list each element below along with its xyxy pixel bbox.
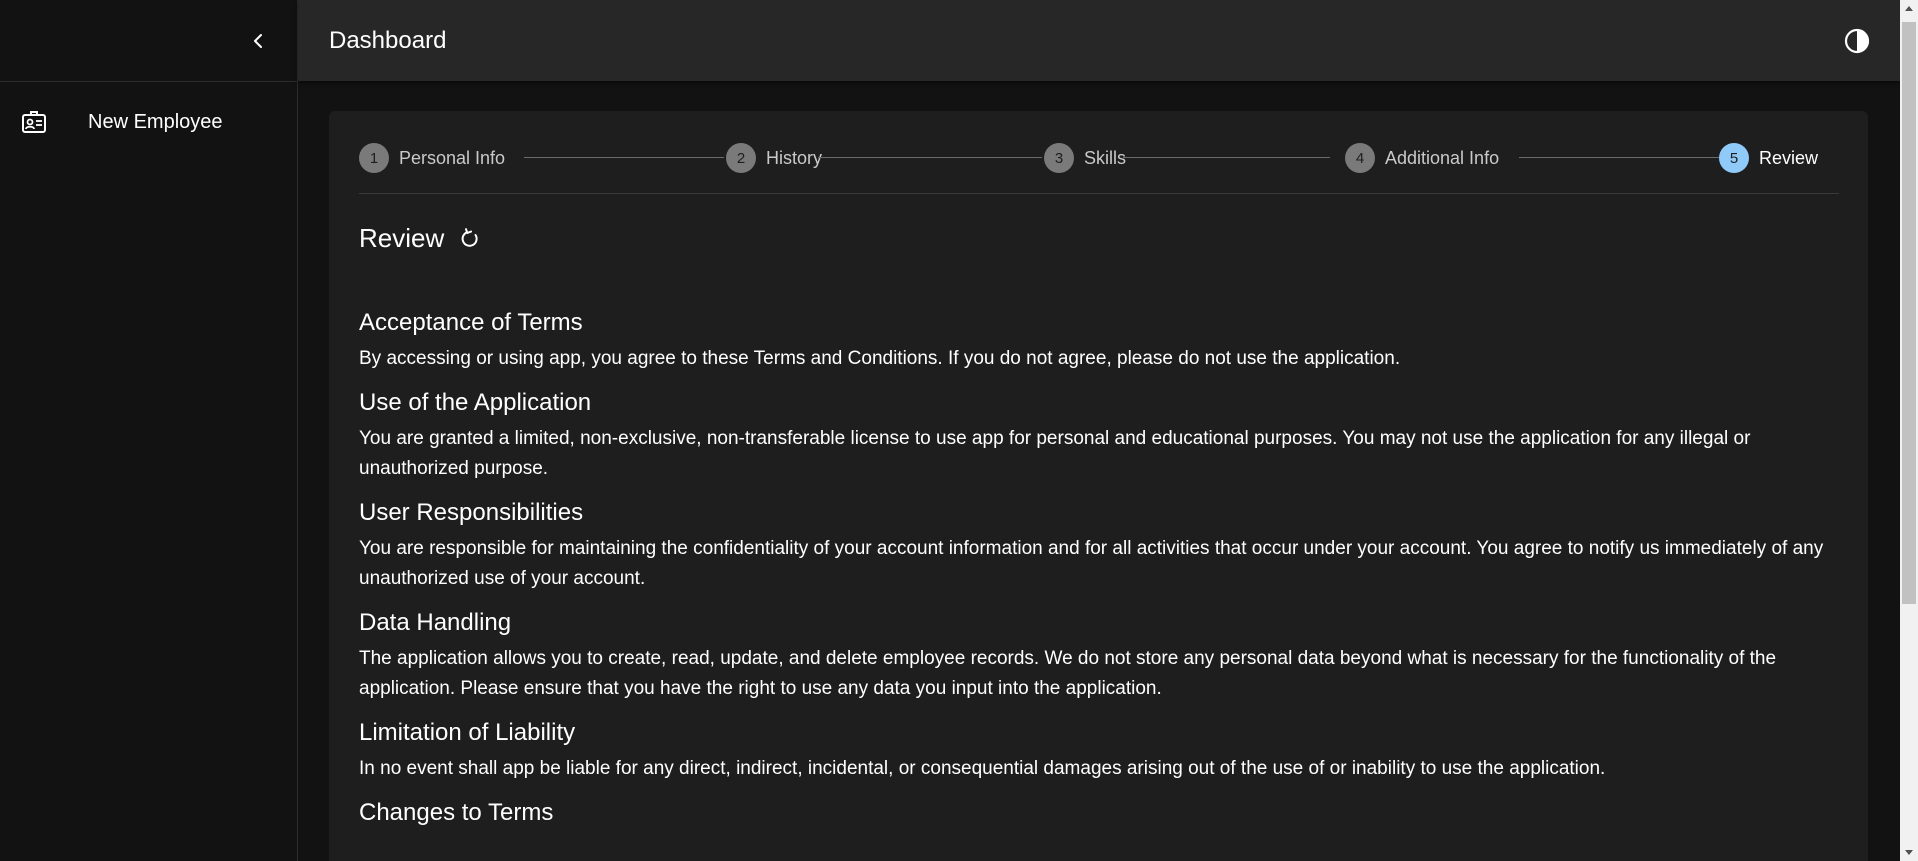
chevron-left-icon [254, 34, 262, 48]
step-label: Personal Info [399, 147, 506, 168]
step-skills[interactable]: 3 Skills [1044, 143, 1126, 173]
sidebar-header [0, 0, 297, 82]
step-additional-info[interactable]: 4 Additional Info [1345, 143, 1499, 173]
section-body: The application allows you to create, re… [359, 648, 1777, 699]
terms-section: Data Handling The application allows you… [359, 608, 1844, 704]
terms-section: Limitation of Liability In no event shal… [359, 718, 1844, 784]
refresh-button[interactable] [456, 225, 484, 253]
section-body: In no event shall app be liable for any … [359, 758, 1606, 779]
sidebar-item-label: New Employee [88, 111, 223, 133]
top-app-bar: Dashboard [298, 0, 1900, 81]
step-connector [818, 157, 1042, 158]
section-body: You are responsible for maintaining the … [359, 538, 1824, 589]
step-label: Review [1759, 147, 1819, 168]
section-heading: Changes to Terms [359, 799, 554, 826]
terms-section: User Responsibilities You are responsibl… [359, 498, 1844, 594]
step-number: 4 [1345, 143, 1375, 173]
stepper: 1 Personal Info 2 History 3 Skills 4 Add… [359, 111, 1839, 194]
step-connector [1123, 157, 1330, 158]
page-scrollbar[interactable] [1900, 0, 1918, 861]
app-root: New Employee Dashboard 1 Personal Info 2… [0, 0, 1918, 861]
sidebar: New Employee [0, 0, 298, 861]
section-heading: Use of the Application [359, 389, 592, 416]
step-number: 2 [726, 143, 756, 173]
step-number: 5 [1719, 143, 1749, 173]
section-heading: Acceptance of Terms [359, 309, 583, 336]
page-title: Dashboard [329, 27, 447, 54]
step-connector [1519, 157, 1719, 158]
step-number: 3 [1044, 143, 1074, 173]
step-connector [524, 157, 724, 158]
review-card: 1 Personal Info 2 History 3 Skills 4 Add… [329, 111, 1868, 861]
step-number: 1 [359, 143, 389, 173]
section-heading: Limitation of Liability [359, 719, 576, 746]
step-label: History [766, 147, 823, 168]
step-label: Skills [1084, 147, 1127, 168]
contrast-icon [1844, 28, 1870, 54]
section-heading: Data Handling [359, 609, 512, 636]
step-history[interactable]: 2 History [726, 143, 822, 173]
section-body: You are granted a limited, non-exclusive… [359, 428, 1751, 479]
scroll-up-arrow[interactable] [1905, 6, 1913, 11]
scroll-thumb[interactable] [1902, 22, 1916, 604]
refresh-icon [461, 227, 478, 247]
step-personal-info[interactable]: 1 Personal Info [359, 143, 505, 173]
badge-icon [22, 111, 46, 133]
terms-section: Use of the Application You are granted a… [359, 388, 1844, 484]
section-heading: User Responsibilities [359, 499, 584, 526]
terms-section: Changes to Terms [359, 798, 1844, 828]
terms-section: Acceptance of Terms By accessing or usin… [359, 308, 1844, 374]
section-body: By accessing or using app, you agree to … [359, 348, 1401, 369]
scroll-down-arrow[interactable] [1905, 850, 1913, 855]
theme-toggle-button[interactable] [1840, 24, 1874, 58]
terms-content: Acceptance of Terms By accessing or usin… [359, 308, 1844, 842]
review-title: Review [359, 223, 445, 253]
step-label: Additional Info [1385, 147, 1500, 168]
review-header: Review [359, 223, 484, 254]
sidebar-item-new-employee[interactable]: New Employee [0, 82, 297, 162]
collapse-sidebar-button[interactable] [241, 24, 275, 58]
step-review[interactable]: 5 Review [1719, 143, 1818, 173]
